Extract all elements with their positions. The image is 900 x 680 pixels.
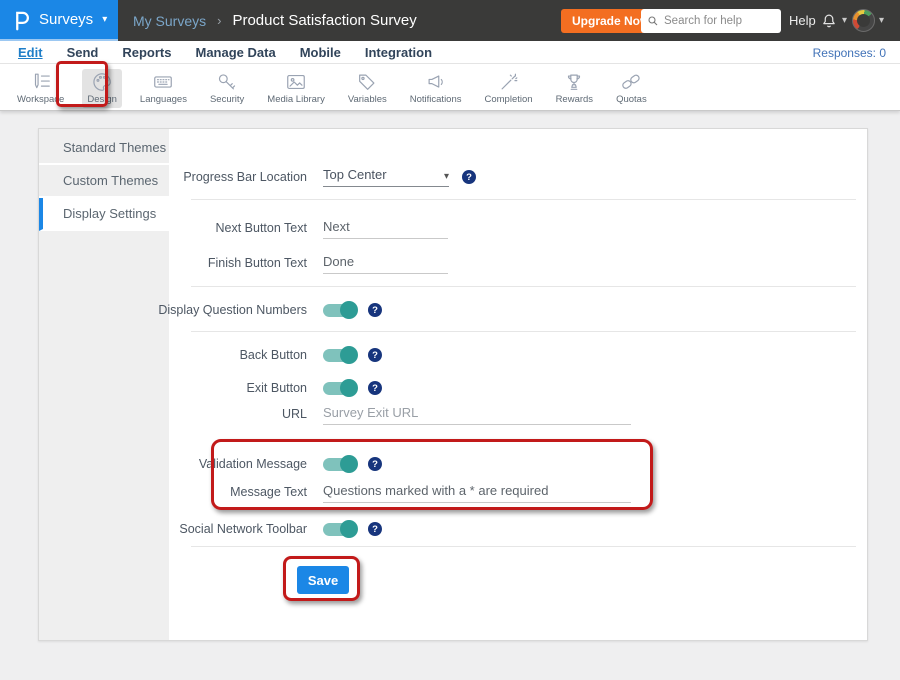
progress-bar-location-row: Progress Bar Location Top Center ▾ (149, 165, 851, 189)
message-text-label: Message Text (149, 485, 323, 499)
help-question-icon[interactable] (462, 170, 476, 184)
nav-item-reports[interactable]: Reports (122, 45, 171, 60)
toolbar-item-rewards[interactable]: Rewards (551, 69, 599, 108)
nav-item-manage-data[interactable]: Manage Data (195, 45, 275, 60)
toolbar-item-design[interactable]: Design (82, 69, 122, 108)
back-button-toggle[interactable] (323, 349, 355, 362)
chain-link-icon (620, 71, 642, 93)
image-icon (285, 71, 307, 93)
display-question-numbers-toggle[interactable] (323, 304, 355, 317)
avatar (852, 9, 875, 32)
help-question-icon[interactable] (368, 348, 382, 362)
notifications-menu[interactable]: ▾ (820, 0, 847, 41)
key-icon (216, 71, 238, 93)
help-question-icon[interactable] (368, 381, 382, 395)
breadcrumb-separator: › (217, 13, 221, 28)
exit-button-label: Exit Button (149, 381, 323, 395)
social-network-toolbar-label: Social Network Toolbar (149, 522, 323, 536)
back-button-label: Back Button (149, 348, 323, 362)
next-button-text-label: Next Button Text (149, 221, 323, 235)
next-button-text-input[interactable] (323, 217, 448, 239)
search-input[interactable] (664, 15, 775, 27)
display-question-numbers-label: Display Question Numbers (149, 303, 323, 317)
divider (191, 546, 856, 547)
keyboard-icon (152, 71, 174, 93)
divider (191, 286, 856, 287)
toolbar-item-notifications[interactable]: Notifications (405, 69, 467, 108)
design-settings-panel: Standard Themes Custom Themes Display Se… (38, 128, 868, 641)
help-question-icon[interactable] (368, 457, 382, 471)
app-menu[interactable]: Surveys ▾ (0, 0, 118, 41)
finish-button-text-row: Finish Button Text (149, 251, 851, 275)
breadcrumb: My Surveys › Product Satisfaction Survey (133, 0, 417, 41)
megaphone-icon (425, 71, 447, 93)
validation-message-row: Validation Message (149, 452, 851, 476)
exit-button-toggle[interactable] (323, 382, 355, 395)
nav-item-edit[interactable]: Edit (18, 45, 43, 60)
responses-count[interactable]: Responses: 0 (813, 41, 886, 64)
edit-toolbar: Workspace Design Languages Security Medi… (0, 64, 900, 111)
message-text-row: Message Text (149, 480, 851, 504)
account-menu[interactable]: ▾ (852, 0, 884, 41)
finish-button-text-input[interactable] (323, 252, 448, 274)
exit-button-row: Exit Button (149, 376, 851, 400)
trophy-icon (563, 71, 585, 93)
validation-message-toggle[interactable] (323, 458, 355, 471)
finish-button-text-label: Finish Button Text (149, 256, 323, 270)
survey-nav: Edit Send Reports Manage Data Mobile Int… (0, 41, 900, 64)
progress-bar-location-label: Progress Bar Location (149, 170, 323, 184)
search-icon (647, 15, 659, 27)
bell-icon (820, 12, 838, 30)
topbar: Surveys ▾ My Surveys › Product Satisfact… (0, 0, 900, 41)
back-button-row: Back Button (149, 343, 851, 367)
toolbar-item-workspace[interactable]: Workspace (12, 69, 69, 108)
help-search (641, 9, 781, 33)
app-menu-label: Surveys (39, 11, 93, 28)
nav-item-integration[interactable]: Integration (365, 45, 432, 60)
save-button[interactable]: Save (297, 566, 349, 594)
nav-item-send[interactable]: Send (67, 45, 99, 60)
social-network-toolbar-toggle[interactable] (323, 523, 355, 536)
help-question-icon[interactable] (368, 303, 382, 317)
social-network-toolbar-row: Social Network Toolbar (149, 517, 851, 541)
sidebar-item-standard-themes[interactable]: Standard Themes (39, 132, 169, 165)
toolbar-item-quotas[interactable]: Quotas (611, 69, 652, 108)
chevron-down-icon: ▾ (842, 15, 847, 26)
toolbar-item-languages[interactable]: Languages (135, 69, 192, 108)
exit-url-input[interactable] (323, 403, 631, 425)
tag-icon (356, 71, 378, 93)
next-button-text-row: Next Button Text (149, 216, 851, 240)
chevron-down-icon: ▾ (102, 14, 107, 25)
palette-icon (91, 71, 113, 93)
divider (191, 199, 856, 200)
toolbar-item-variables[interactable]: Variables (343, 69, 392, 108)
questionpro-logo (13, 9, 30, 31)
chevron-down-icon: ▾ (879, 15, 884, 26)
help-question-icon[interactable] (368, 522, 382, 536)
message-text-input[interactable] (323, 481, 631, 503)
help-link[interactable]: Help (789, 0, 816, 41)
toolbar-item-security[interactable]: Security (205, 69, 249, 108)
display-question-numbers-row: Display Question Numbers (149, 298, 851, 322)
breadcrumb-parent[interactable]: My Surveys (133, 13, 206, 29)
magic-wand-icon (498, 71, 520, 93)
nav-item-mobile[interactable]: Mobile (300, 45, 341, 60)
validation-message-label: Validation Message (149, 457, 323, 471)
toolbar-item-completion[interactable]: Completion (480, 69, 538, 108)
workspace-icon (30, 71, 52, 93)
exit-url-label: URL (149, 407, 323, 421)
divider (191, 331, 856, 332)
page-title: Product Satisfaction Survey (232, 12, 416, 29)
progress-bar-location-select[interactable]: Top Center ▾ (323, 167, 449, 187)
chevron-down-icon: ▾ (444, 171, 449, 182)
exit-url-row: URL (149, 402, 851, 426)
toolbar-item-media-library[interactable]: Media Library (262, 69, 330, 108)
progress-bar-location-value: Top Center (323, 167, 387, 182)
